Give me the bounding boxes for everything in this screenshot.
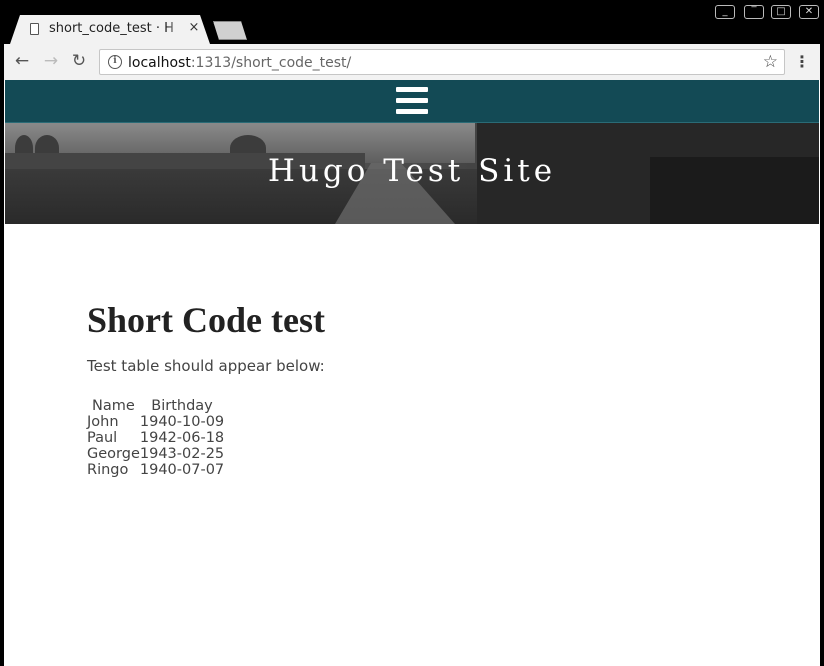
table-header-row: Name Birthday bbox=[87, 398, 224, 414]
table-row: George 1943-02-25 bbox=[87, 446, 224, 462]
table-row: Paul 1942-06-18 bbox=[87, 430, 224, 446]
tab-close-icon[interactable]: × bbox=[186, 19, 202, 37]
reload-icon[interactable]: ↻ bbox=[68, 50, 90, 72]
site-title[interactable]: Hugo Test Site bbox=[5, 151, 819, 191]
site-navbar bbox=[5, 80, 819, 123]
table-row: Ringo 1940-07-07 bbox=[87, 462, 224, 478]
table-row: John 1940-10-09 bbox=[87, 414, 224, 430]
restore-icon[interactable]: ‾ bbox=[744, 5, 764, 19]
tab-title-fade bbox=[166, 19, 186, 39]
page-viewport: Hugo Test Site Short Code test Test tabl… bbox=[4, 80, 820, 666]
birthday-table: Name Birthday John 1940-10-09 Paul 1942-… bbox=[87, 398, 224, 478]
info-icon[interactable]: i bbox=[108, 55, 122, 69]
maximize-icon[interactable]: □ bbox=[771, 5, 791, 19]
new-tab-button[interactable] bbox=[213, 21, 247, 40]
hamburger-menu-icon[interactable] bbox=[396, 87, 428, 115]
browser-toolbar: ← → ↻ i localhost:1313/short_code_test/ … bbox=[4, 44, 820, 80]
tab-strip: short_code_test · H × _ ‾ □ ✕ bbox=[0, 0, 824, 44]
hero-banner: Hugo Test Site bbox=[5, 123, 819, 224]
tab-title: short_code_test · H bbox=[49, 21, 174, 36]
bookmark-star-icon[interactable]: ☆ bbox=[763, 52, 778, 72]
column-header-name: Name bbox=[92, 398, 135, 414]
column-header-birthday: Birthday bbox=[151, 398, 213, 414]
address-bar[interactable]: i localhost:1313/short_code_test/ ☆ bbox=[99, 49, 785, 75]
cell-name: John bbox=[87, 414, 119, 430]
page-icon bbox=[30, 23, 39, 35]
url-text[interactable]: localhost:1313/short_code_test/ bbox=[128, 54, 351, 72]
browser-tab[interactable]: short_code_test · H × bbox=[10, 15, 210, 44]
kebab-menu-icon[interactable]: ⋮ bbox=[794, 51, 810, 73]
back-arrow-icon[interactable]: ← bbox=[11, 50, 33, 72]
cell-birthday: 1943-02-25 bbox=[139, 446, 225, 462]
cell-name: Ringo bbox=[87, 462, 129, 478]
forward-arrow-icon[interactable]: → bbox=[40, 50, 62, 72]
url-host: localhost bbox=[128, 55, 191, 71]
minimize-icon[interactable]: _ bbox=[715, 5, 735, 19]
url-path: :1313/short_code_test/ bbox=[190, 55, 352, 71]
cell-birthday: 1940-07-07 bbox=[139, 462, 225, 478]
main-content: Short Code test Test table should appear… bbox=[87, 298, 325, 478]
cell-birthday: 1940-10-09 bbox=[139, 414, 225, 430]
cell-name: George bbox=[87, 446, 140, 462]
cell-birthday: 1942-06-18 bbox=[139, 430, 225, 446]
intro-text: Test table should appear below: bbox=[87, 357, 325, 375]
close-window-icon[interactable]: ✕ bbox=[799, 5, 819, 19]
page-title: Short Code test bbox=[87, 300, 325, 340]
cell-name: Paul bbox=[87, 430, 118, 446]
